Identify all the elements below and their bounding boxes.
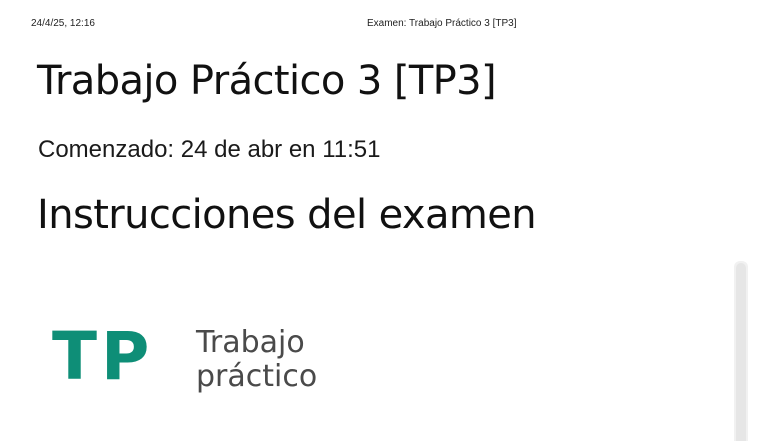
quiz-started-at: Comenzado: 24 de abr en 11:51 bbox=[38, 136, 381, 163]
print-header: 24/4/25, 12:16 Examen: Trabajo Práctico … bbox=[0, 18, 784, 34]
scrollbar-thumb[interactable] bbox=[736, 263, 746, 441]
logo-text-line2: práctico bbox=[196, 359, 318, 394]
logo-mark: TP bbox=[52, 318, 154, 395]
print-document-title: Examen: Trabajo Práctico 3 [TP3] bbox=[367, 18, 517, 29]
trabajo-practico-logo: TP Trabajo práctico bbox=[52, 320, 352, 410]
print-datetime: 24/4/25, 12:16 bbox=[31, 18, 95, 29]
quiz-title: Trabajo Práctico 3 [TP3] bbox=[37, 58, 497, 104]
logo-text-line1: Trabajo bbox=[196, 325, 305, 360]
instructions-heading: Instrucciones del examen bbox=[37, 192, 537, 238]
vertical-scrollbar[interactable] bbox=[734, 261, 748, 441]
logo-text: Trabajo práctico bbox=[196, 326, 317, 394]
